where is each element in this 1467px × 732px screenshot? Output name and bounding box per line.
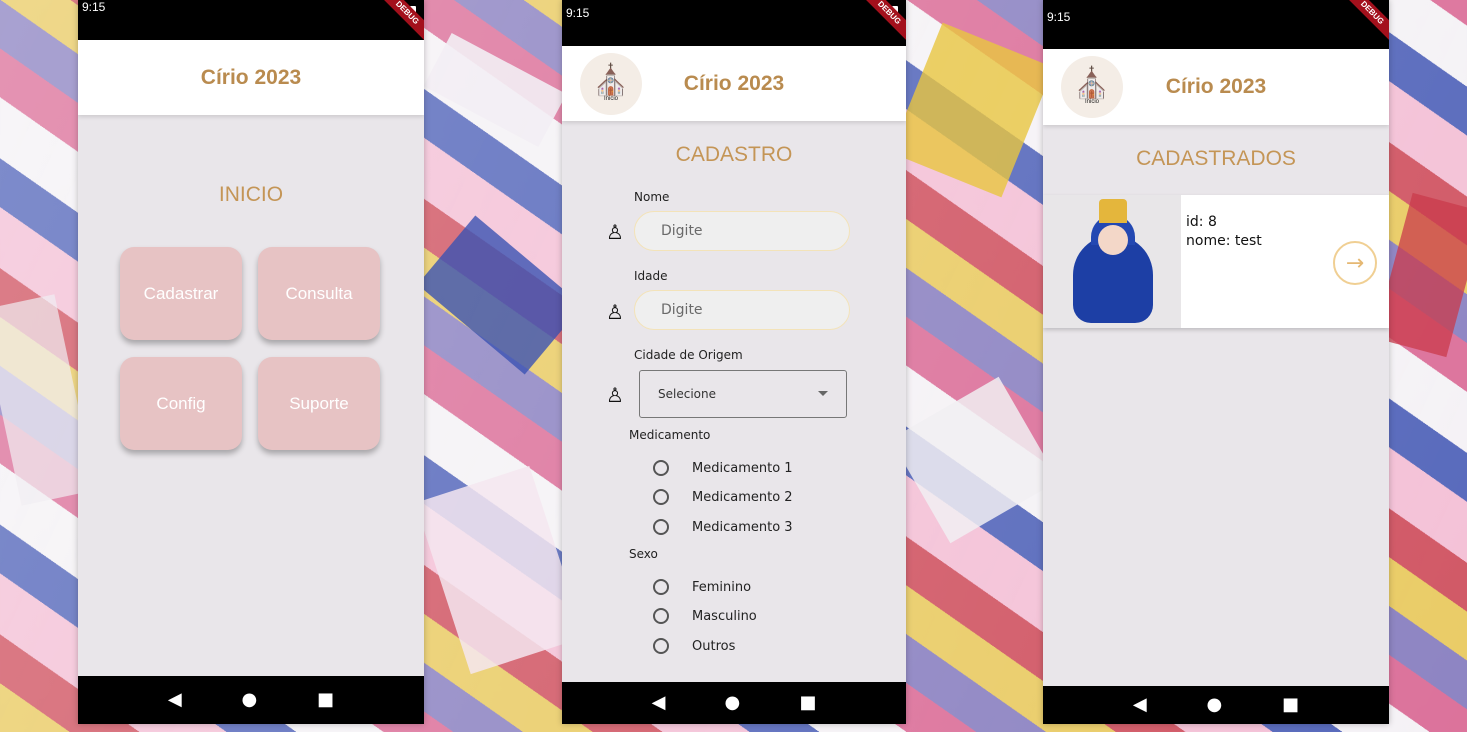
home-icon[interactable]: ● (242, 691, 258, 709)
home-icon[interactable]: ● (1207, 696, 1223, 714)
idade-label: Idade (634, 269, 668, 283)
app-title: Círio 2023 (200, 65, 302, 89)
app-bar: ⛪ Inicio Círio 2023 (1043, 49, 1389, 125)
sexo-option-feminino[interactable]: Feminino (653, 579, 751, 595)
config-button[interactable]: Config (120, 357, 242, 450)
medicamento-label: Medicamento (629, 428, 711, 442)
cadastrar-button[interactable]: Cadastrar (120, 247, 242, 340)
recents-icon[interactable]: ■ (1282, 696, 1299, 714)
status-time: 9:15 (1047, 10, 1071, 24)
radio-label: Medicamento 3 (692, 519, 793, 535)
app-bar: ⛪ Inicio Círio 2023 (562, 46, 906, 121)
background-ribbon (890, 22, 1054, 198)
system-nav-bar: ◀ ● ■ (1043, 686, 1389, 724)
card-nome: nome: test (1186, 233, 1262, 249)
person-pin-icon: ♙ (606, 220, 624, 244)
radio-label: Medicamento 1 (692, 460, 793, 476)
phone-home-screen: 9:15 DEBUG Círio 2023 INICIO Cadastrar C… (78, 0, 424, 724)
back-icon[interactable]: ◀ (652, 694, 666, 712)
phone-cadastro-screen: 9:15 DEBUG ⛪ Inicio Círio 2023 CADASTRO … (562, 0, 906, 724)
chevron-down-icon (818, 391, 828, 396)
card-info: id: 8 nome: test (1181, 195, 1262, 328)
background-ribbon (415, 465, 585, 675)
church-icon: ⛪ (592, 62, 630, 98)
radio-icon (653, 579, 669, 595)
cidade-select[interactable]: Selecione (639, 370, 847, 418)
cidade-select-value: Selecione (658, 387, 716, 401)
radio-label: Medicamento 2 (692, 489, 793, 505)
nome-label: Nome (634, 190, 670, 204)
home-logo-button[interactable]: ⛪ Inicio (1061, 56, 1123, 118)
recents-icon[interactable]: ■ (799, 694, 816, 712)
page-title: INICIO (218, 183, 284, 206)
debug-banner: DEBUG (859, 0, 906, 43)
radio-label: Masculino (692, 608, 757, 624)
radio-icon (653, 638, 669, 654)
home-icon[interactable]: ● (725, 694, 741, 712)
sexo-label: Sexo (629, 547, 658, 561)
radio-label: Feminino (692, 579, 752, 595)
system-nav-bar: ◀ ● ■ (78, 676, 424, 724)
doll-shape (1098, 225, 1128, 255)
radio-icon (653, 608, 669, 624)
person-pin-icon: ♙ (606, 383, 624, 407)
app-bar: Círio 2023 (78, 40, 424, 115)
cidade-label: Cidade de Origem (634, 348, 743, 362)
logo-caption: Inicio (1084, 99, 1099, 105)
app-title: Círio 2023 (683, 71, 785, 95)
list-item[interactable]: id: 8 nome: test → (1043, 195, 1389, 328)
page-title: CADASTRO (675, 143, 793, 166)
menu-grid: Cadastrar Consulta Config Suporte (120, 247, 380, 450)
phone-cadastrados-screen: 9:15 DEBUG ⛪ Inicio Círio 2023 CADASTRAD… (1043, 0, 1389, 724)
card-id: id: 8 (1186, 214, 1217, 230)
medicamento-option-2[interactable]: Medicamento 2 (653, 489, 793, 505)
sexo-option-outros[interactable]: Outros (653, 638, 735, 654)
background-ribbon (417, 215, 583, 375)
recents-icon[interactable]: ■ (317, 691, 334, 709)
status-bar: 9:15 DEBUG (1043, 0, 1389, 49)
sexo-option-masculino[interactable]: Masculino (653, 608, 757, 624)
church-icon: ⛪ (1073, 66, 1111, 101)
debug-banner: DEBUG (377, 0, 424, 43)
app-title: Círio 2023 (1165, 75, 1267, 98)
person-pin-icon: ♙ (606, 300, 624, 324)
debug-banner: DEBUG (1342, 0, 1389, 43)
medicamento-option-1[interactable]: Medicamento 1 (653, 460, 793, 476)
background-ribbon (890, 376, 1059, 544)
radio-label: Outros (692, 638, 736, 654)
status-bar: 9:15 DEBUG (562, 0, 906, 46)
system-nav-bar: ◀ ● ■ (562, 682, 906, 724)
radio-icon (653, 460, 669, 476)
radio-icon (653, 489, 669, 505)
doll-shape (1099, 199, 1127, 223)
status-time: 9:15 (82, 0, 106, 14)
status-bar: 9:15 DEBUG (78, 0, 424, 43)
suporte-button[interactable]: Suporte (258, 357, 380, 450)
home-logo-button[interactable]: ⛪ Inicio (580, 52, 642, 115)
idade-input[interactable]: Digite (634, 290, 850, 330)
arrow-right-circle-icon[interactable]: → (1333, 241, 1377, 285)
consulta-button[interactable]: Consulta (258, 247, 380, 340)
saint-image (1043, 195, 1181, 328)
back-icon[interactable]: ◀ (168, 691, 182, 709)
background-ribbon (423, 32, 567, 148)
back-icon[interactable]: ◀ (1133, 696, 1147, 714)
status-time: 9:15 (566, 6, 590, 20)
page-title: CADASTRADOS (1136, 147, 1296, 170)
medicamento-option-3[interactable]: Medicamento 3 (653, 519, 793, 535)
radio-icon (653, 519, 669, 535)
nome-input[interactable]: Digite (634, 211, 850, 251)
logo-caption: Inicio (603, 95, 618, 102)
